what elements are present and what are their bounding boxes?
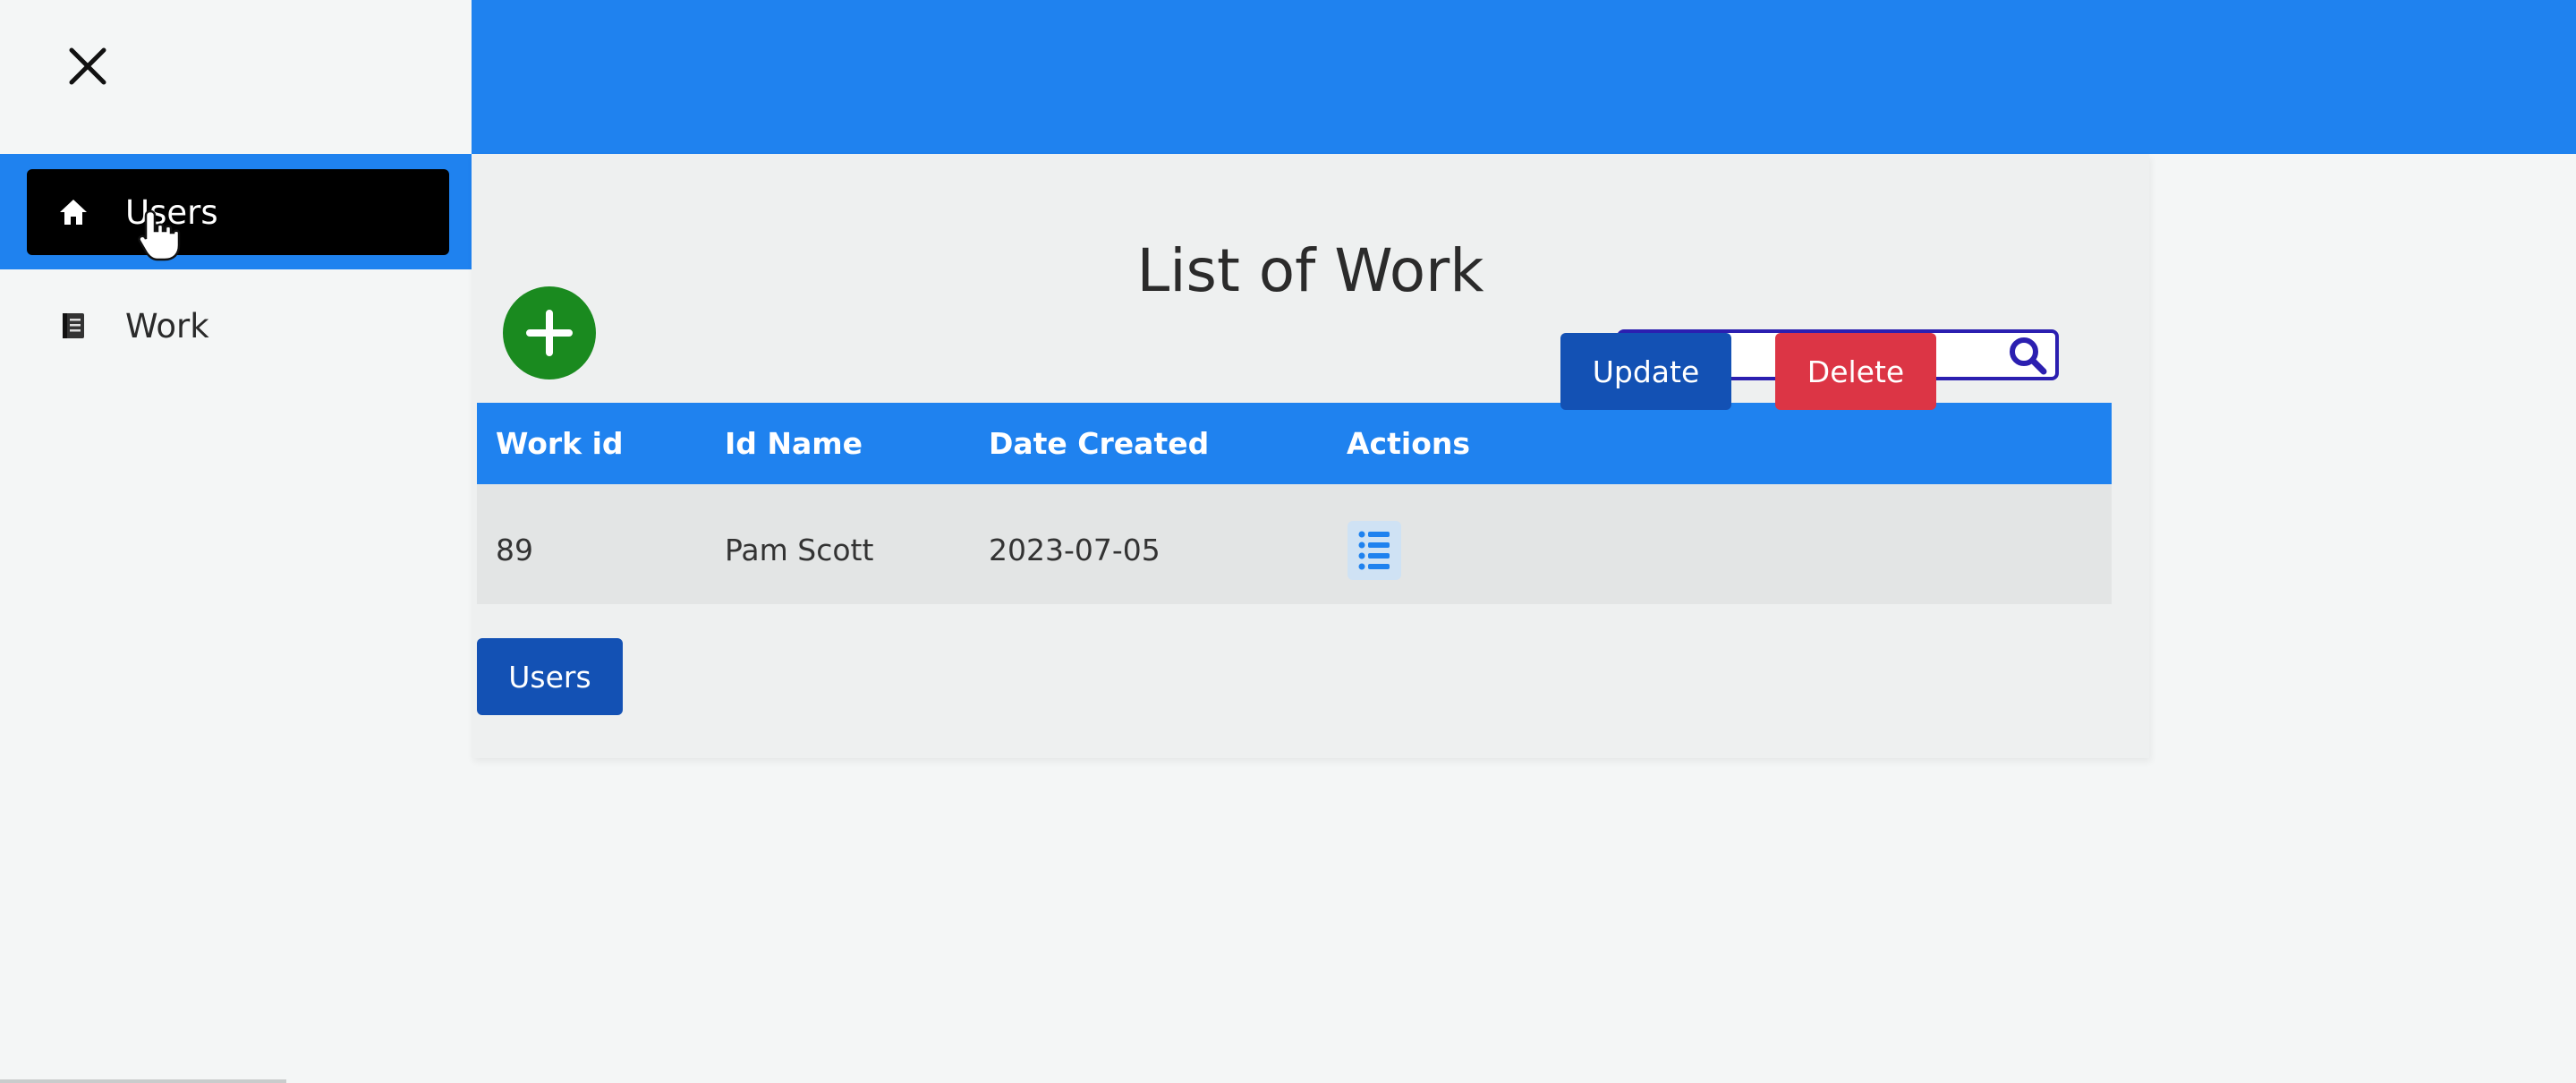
- page-title: List of Work: [1136, 236, 1484, 305]
- search-icon[interactable]: [2007, 335, 2048, 376]
- column-header: Work id: [496, 426, 624, 461]
- hand-cursor-icon: [136, 208, 183, 261]
- sidebar-item-users[interactable]: Users: [27, 169, 449, 255]
- work-list-card: List of Work Work id Id Name Date Create…: [472, 154, 2149, 758]
- top-bar: [472, 0, 2576, 154]
- home-icon: [57, 196, 89, 228]
- column-header: Date Created: [989, 426, 1210, 461]
- sidebar-item-label: Work: [125, 306, 209, 345]
- delete-button[interactable]: Delete: [1775, 333, 1936, 410]
- cell-date-created: 2023-07-05: [989, 533, 1160, 567]
- close-icon[interactable]: [63, 41, 113, 91]
- book-icon: [57, 310, 89, 342]
- table-header: Work id Id Name Date Created Actions: [477, 403, 2112, 484]
- update-button[interactable]: Update: [1560, 333, 1731, 410]
- cell-work-id: 89: [496, 533, 533, 567]
- sidebar-item-work[interactable]: Work: [27, 283, 449, 369]
- plus-icon: [526, 310, 573, 356]
- column-header: Actions: [1347, 426, 1470, 461]
- table-row: 89 Pam Scott 2023-07-05: [477, 484, 2112, 604]
- column-header: Id Name: [725, 426, 863, 461]
- users-button[interactable]: Users: [477, 638, 623, 715]
- scrollbar[interactable]: [0, 1079, 286, 1083]
- sidebar: Users Work: [0, 0, 472, 1083]
- add-work-button[interactable]: [503, 286, 596, 379]
- list-icon[interactable]: [1348, 521, 1401, 580]
- cell-id-name: Pam Scott: [725, 533, 874, 567]
